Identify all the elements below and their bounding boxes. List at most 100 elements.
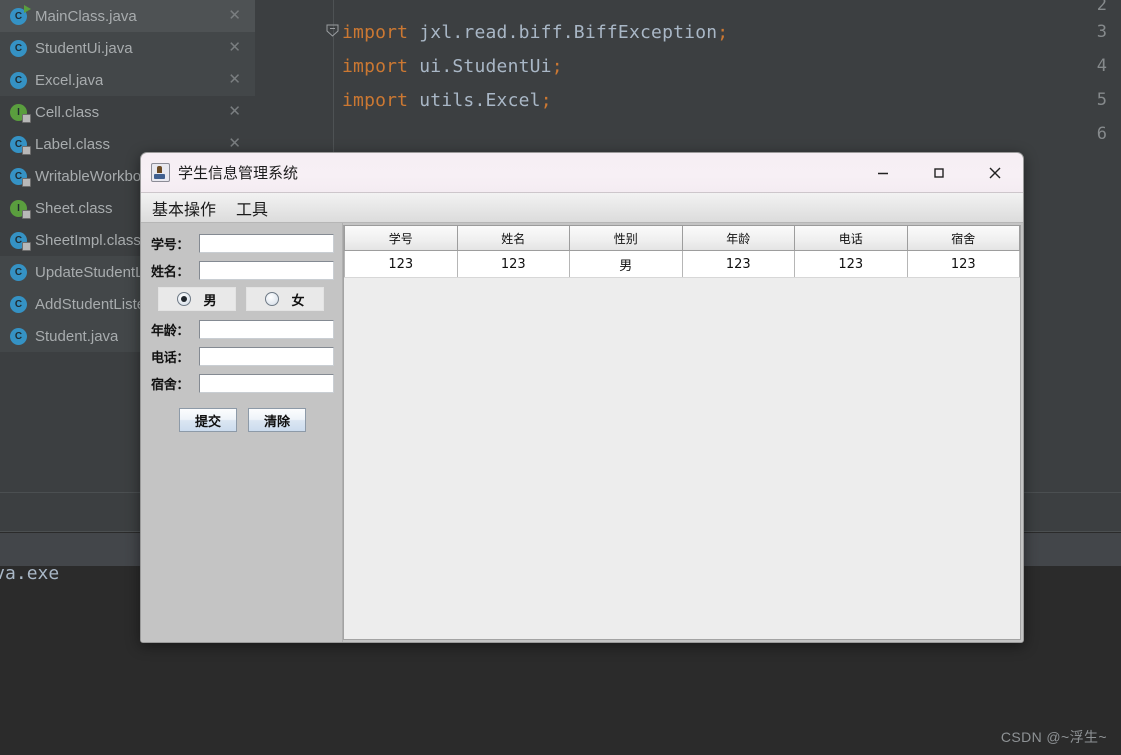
label-student-id: 学号： xyxy=(151,237,190,253)
code-identifier: jxl.read.biff.BiffException xyxy=(408,22,718,43)
label-student-phone: 电话： xyxy=(151,350,190,366)
sidebar-item-studentui[interactable]: C StudentUi.java ✕ xyxy=(0,32,255,64)
close-button[interactable] xyxy=(967,153,1023,192)
tab-label: Label.class xyxy=(35,135,111,153)
close-icon[interactable]: ✕ xyxy=(228,104,241,119)
radio-male[interactable]: 男 xyxy=(158,287,236,311)
cell-phone[interactable]: 123 xyxy=(794,250,908,278)
cell-dorm[interactable]: 123 xyxy=(907,250,1020,278)
form-row-student-age: 年龄： xyxy=(141,316,342,342)
student-dorm-input[interactable] xyxy=(199,373,334,393)
label-student-dorm: 宿舍： xyxy=(151,377,190,393)
sidebar-item-cell[interactable]: I Cell.class ✕ xyxy=(0,96,255,128)
column-header-student-id[interactable]: 学号 xyxy=(344,226,458,251)
line-number: 3 xyxy=(1096,22,1107,42)
cell-gender[interactable]: 男 xyxy=(569,250,683,278)
line-number: 2 xyxy=(1096,0,1107,15)
cell-age[interactable]: 123 xyxy=(682,250,795,278)
code-identifier: utils.Excel xyxy=(408,90,541,111)
student-table: 学号 姓名 性别 年龄 电话 宿舍 123 123 男 123 123 123 xyxy=(344,226,1020,278)
column-header-dorm[interactable]: 宿舍 xyxy=(906,226,1020,251)
submit-button[interactable]: 提交 xyxy=(179,408,237,432)
code-punctuation: ; xyxy=(551,56,563,77)
dialog-body: 学号： 姓名： 男 女 年龄： 电话： 宿舍： 提交 清除 学号 姓名 性别 年… xyxy=(141,223,1023,642)
table-header-row: 学号 姓名 性别 年龄 电话 宿舍 xyxy=(344,226,1020,251)
code-line: import jxl.read.biff.BiffException; xyxy=(342,22,728,43)
cell-name[interactable]: 123 xyxy=(457,250,570,278)
tab-label: StudentUi.java xyxy=(35,39,133,57)
dialog-title-bar[interactable]: 学生信息管理系统 xyxy=(141,153,1023,193)
java-class-icon: C xyxy=(10,39,27,57)
java-class-locked-icon: C xyxy=(10,167,31,187)
tab-label: Cell.class xyxy=(35,103,100,121)
java-class-run-icon: C xyxy=(10,4,31,25)
code-punctuation: ; xyxy=(540,90,552,111)
gender-radio-group: 男 女 xyxy=(158,287,342,311)
form-row-student-id: 学号： xyxy=(141,230,342,256)
column-header-phone[interactable]: 电话 xyxy=(794,226,908,251)
student-form-panel: 学号： 姓名： 男 女 年龄： 电话： 宿舍： 提交 清除 xyxy=(141,223,343,642)
java-class-locked-icon: C xyxy=(10,231,31,251)
cell-student-id[interactable]: 123 xyxy=(344,250,458,278)
radio-label-male: 男 xyxy=(203,293,217,309)
student-table-panel: 学号 姓名 性别 年龄 电话 宿舍 123 123 男 123 123 123 xyxy=(343,225,1021,640)
table-row[interactable]: 123 123 男 123 123 123 xyxy=(344,250,1020,278)
student-phone-input[interactable] xyxy=(199,346,334,366)
student-id-input[interactable] xyxy=(199,233,334,253)
dialog-title: 学生信息管理系统 xyxy=(178,164,299,182)
form-row-student-phone: 电话： xyxy=(141,343,342,369)
table-empty-area xyxy=(344,278,1020,618)
tab-label: MainClass.java xyxy=(35,7,137,25)
menu-item-basic-operations[interactable]: 基本操作 xyxy=(149,194,219,222)
console-output-text: in\java.exe xyxy=(0,563,60,584)
sidebar-item-excel[interactable]: C Excel.java ✕ xyxy=(0,64,255,96)
close-icon[interactable]: ✕ xyxy=(228,40,241,55)
minimize-button[interactable] xyxy=(855,153,911,192)
radio-label-female: 女 xyxy=(291,293,305,309)
code-punctuation: ; xyxy=(717,22,729,43)
sidebar-item-mainclass[interactable]: C MainClass.java ✕ xyxy=(0,0,255,32)
code-keyword: import xyxy=(342,90,409,111)
line-number: 5 xyxy=(1096,90,1107,110)
radio-female[interactable]: 女 xyxy=(246,287,324,311)
maximize-button[interactable] xyxy=(911,153,967,192)
student-age-input[interactable] xyxy=(199,319,334,339)
tab-label: Excel.java xyxy=(35,71,104,89)
editor-gutter xyxy=(255,0,334,160)
column-header-age[interactable]: 年龄 xyxy=(681,226,795,251)
java-class-icon: C xyxy=(10,295,27,313)
form-row-student-dorm: 宿舍： xyxy=(141,370,342,396)
column-header-name[interactable]: 姓名 xyxy=(456,226,570,251)
screenshot-root: in\java.exe 2 3 4 5 6 import jxl.read.bi… xyxy=(0,0,1121,755)
label-student-age: 年龄： xyxy=(151,323,190,339)
window-controls xyxy=(855,153,1023,192)
radio-selected-icon xyxy=(177,292,192,306)
label-student-name: 姓名： xyxy=(151,264,190,280)
code-fold-icon[interactable] xyxy=(326,24,339,37)
menu-item-tools[interactable]: 工具 xyxy=(233,194,271,222)
code-identifier: ui.StudentUi xyxy=(408,56,552,77)
java-class-icon: C xyxy=(10,263,27,281)
java-class-locked-icon: C xyxy=(10,135,31,155)
java-app-icon xyxy=(151,163,170,182)
watermark: CSDN @~浮生~ xyxy=(1000,729,1107,745)
tab-label: SheetImpl.class xyxy=(35,231,141,249)
tab-label: Student.java xyxy=(35,327,119,345)
java-interface-locked-icon: I xyxy=(10,199,31,219)
tab-label: Sheet.class xyxy=(35,199,113,217)
close-icon[interactable]: ✕ xyxy=(228,136,241,151)
clear-button[interactable]: 清除 xyxy=(248,408,306,432)
java-class-icon: C xyxy=(10,327,27,345)
code-keyword: import xyxy=(342,56,409,77)
code-line: import utils.Excel; xyxy=(342,90,552,111)
line-number: 4 xyxy=(1096,56,1107,76)
close-icon[interactable]: ✕ xyxy=(228,72,241,87)
dialog-menu-bar: 基本操作 工具 xyxy=(141,193,1023,223)
column-header-gender[interactable]: 性别 xyxy=(569,226,683,251)
close-icon[interactable]: ✕ xyxy=(228,8,241,23)
line-number: 6 xyxy=(1096,124,1107,144)
code-line: import ui.StudentUi; xyxy=(342,56,563,77)
java-interface-locked-icon: I xyxy=(10,103,31,123)
radio-unselected-icon xyxy=(265,292,280,306)
student-name-input[interactable] xyxy=(199,260,334,280)
